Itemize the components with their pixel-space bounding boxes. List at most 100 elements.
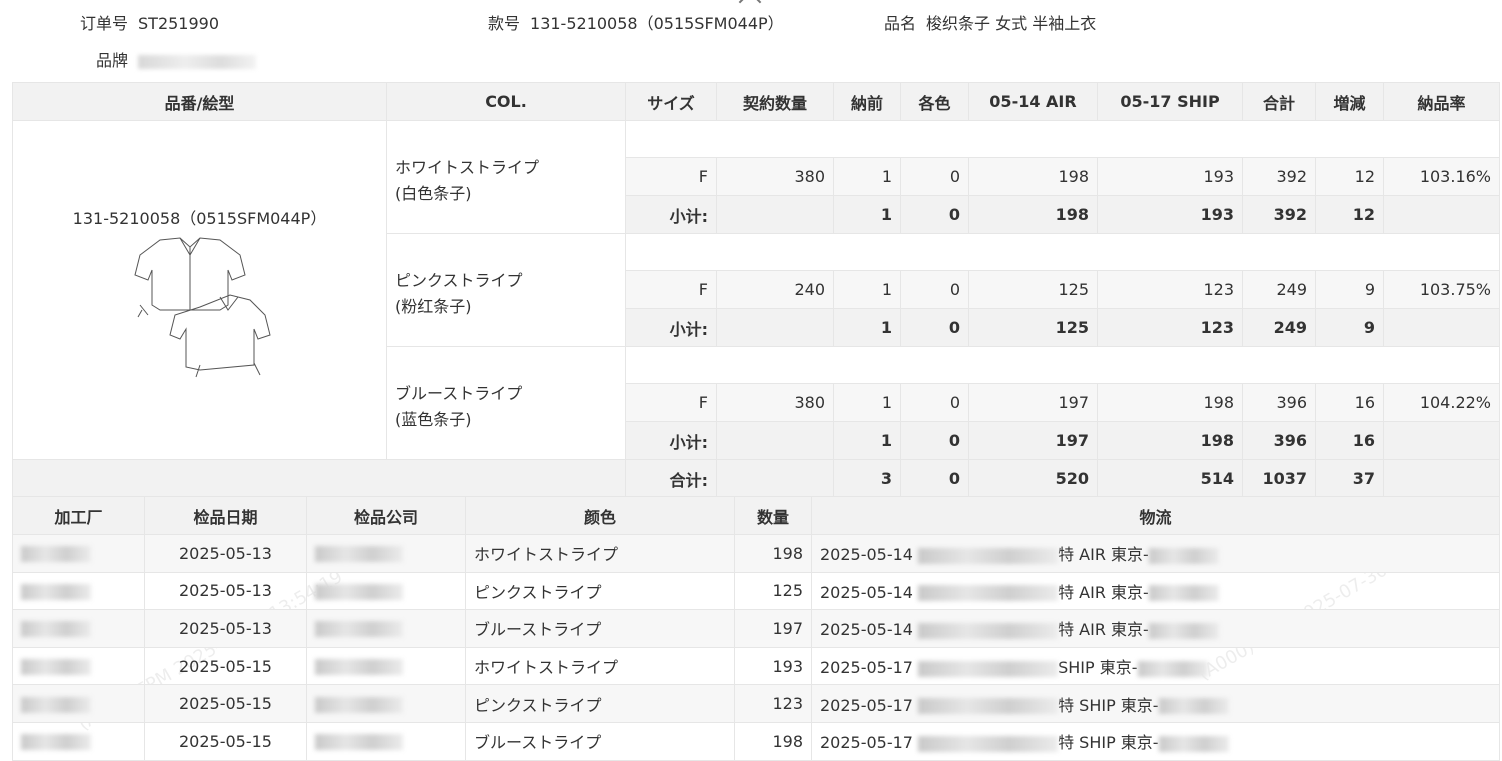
subtotal-ship: 123	[1097, 308, 1243, 347]
logistics-date: 2025-05-17	[820, 658, 913, 678]
column-header: 合計	[1242, 82, 1316, 121]
logistics-mode: SHIP 東京-	[1058, 658, 1138, 678]
inspect-company-redacted	[306, 684, 466, 723]
color: ブルーストライプ	[465, 721, 735, 761]
logistics-date: 2025-05-17	[820, 733, 913, 753]
subtotal-air: 125	[968, 308, 1098, 347]
grand-total-label: 合计:	[625, 459, 717, 498]
brand-value-redacted	[138, 54, 257, 69]
table-row: 2025-05-13 ブルーストライプ 197 2025-05-14 特 AIR 東京…	[12, 609, 1500, 648]
contract-qty: 380	[716, 383, 834, 422]
logistics: 2025-05-17 SHIP 東京-	[811, 646, 1500, 686]
subtotal-before: 1	[833, 308, 901, 347]
logistics: 2025-05-17 特 SHIP 東京-	[811, 684, 1500, 723]
air-qty: 125	[968, 270, 1098, 309]
redacted-text	[21, 546, 91, 563]
spacer-cell	[625, 233, 1500, 271]
total-qty: 249	[1242, 270, 1316, 309]
table-row: 2025-05-15 ピンクストライプ 123 2025-05-17 特 SHIP 東…	[12, 684, 1500, 723]
redacted-text	[1158, 735, 1229, 752]
grand-total-diff: 37	[1315, 459, 1384, 498]
ship-qty: 198	[1097, 383, 1243, 422]
each-qty: 0	[900, 383, 969, 422]
redacted-text	[315, 659, 403, 676]
redacted-text	[21, 583, 91, 600]
factory-redacted	[12, 571, 145, 611]
subtotal-total: 396	[1242, 421, 1316, 460]
table-row: 131-5210058（0515SFM044P） ホワイトストライプ (白色条子…	[12, 120, 1500, 460]
contract-qty: 240	[716, 270, 834, 309]
redacted-text	[918, 622, 1059, 639]
redacted-text	[21, 696, 91, 713]
empty-cell	[716, 195, 834, 234]
style-no: 款号 131-5210058（0515SFM044P）	[488, 10, 784, 34]
table-row: 2025-05-15 ブルーストライプ 198 2025-05-17 特 SHIP 東…	[12, 721, 1500, 761]
brand-label: 品牌	[96, 51, 129, 70]
color-cell: ブルーストライプ (蓝色条子)	[386, 346, 626, 460]
product-name-label: 品名	[884, 14, 917, 33]
table-row: 2025-05-13 ホワイトストライプ 198 2025-05-14 特 AIR 東…	[12, 534, 1500, 573]
column-header: 数量	[734, 496, 812, 535]
empty-cell	[1383, 421, 1500, 460]
subtotal-diff: 16	[1315, 421, 1384, 460]
ship-qty: 193	[1097, 157, 1243, 196]
column-header: 05-17 SHIP	[1097, 82, 1243, 121]
delivery-summary-table: 品番/絵型 COL. サイズ 契約数量 納前 各色 05-14 AIR 05-1…	[12, 82, 1500, 498]
empty-cell	[1383, 195, 1500, 234]
product-name-value: 梭织条子 女式 半袖上衣	[926, 14, 1097, 33]
each-qty: 0	[900, 157, 969, 196]
grand-total-air: 520	[968, 459, 1098, 498]
style-cell: 131-5210058（0515SFM044P）	[12, 120, 387, 460]
redacted-text	[918, 585, 1059, 602]
delivery-rate: 103.16%	[1383, 157, 1500, 196]
logistics-mode: 特 SHIP 東京-	[1058, 733, 1159, 753]
subtotal-each: 0	[900, 195, 969, 234]
size: F	[625, 270, 717, 309]
redacted-text	[315, 696, 403, 713]
color-jp: ブルーストライプ	[395, 384, 523, 403]
factory-redacted	[12, 609, 145, 648]
column-header: 各色	[900, 82, 969, 121]
color-cn: (白色条子)	[395, 184, 472, 203]
inspect-date: 2025-05-13	[144, 571, 307, 611]
grand-total-each: 0	[900, 459, 969, 498]
subtotal-before: 1	[833, 421, 901, 460]
grand-total-before: 3	[833, 459, 901, 498]
column-header: 品番/絵型	[12, 82, 387, 121]
subtotal-before: 1	[833, 195, 901, 234]
inspect-date: 2025-05-15	[144, 646, 307, 686]
subtotal-ship: 198	[1097, 421, 1243, 460]
redacted-text	[918, 698, 1059, 715]
inspection-logistics-table: 加工厂 检品日期 检品公司 颜色 数量 物流 2025-05-13 ホワイトストラ…	[12, 496, 1500, 761]
inspect-company-redacted	[306, 721, 466, 761]
factory-redacted	[12, 534, 145, 573]
redacted-text	[918, 547, 1059, 564]
factory-redacted	[12, 646, 145, 686]
air-qty: 198	[968, 157, 1098, 196]
column-header: 检品公司	[306, 496, 466, 535]
inspect-date: 2025-05-13	[144, 534, 307, 573]
logistics-mode: 特 SHIP 東京-	[1058, 695, 1159, 715]
color-cn: (蓝色条子)	[395, 410, 472, 429]
subtotal-diff: 12	[1315, 195, 1384, 234]
delivery-rate: 104.22%	[1383, 383, 1500, 422]
subtotal-diff: 9	[1315, 308, 1384, 347]
diff-qty: 9	[1315, 270, 1384, 309]
quantity: 193	[734, 646, 812, 686]
redacted-text	[918, 735, 1059, 752]
quantity: 125	[734, 571, 812, 611]
subtotal-each: 0	[900, 308, 969, 347]
quantity: 198	[734, 721, 812, 761]
inspect-company-redacted	[306, 646, 466, 686]
air-qty: 197	[968, 383, 1098, 422]
contract-qty: 380	[716, 157, 834, 196]
column-header: 物流	[811, 496, 1500, 535]
style-no-value: 131-5210058（0515SFM044P）	[530, 14, 784, 33]
table-row: 2025-05-13 ピンクストライプ 125 2025-05-14 特 AIR 東京…	[12, 571, 1500, 611]
inspect-company-redacted	[306, 609, 466, 648]
color-jp: ピンクストライプ	[395, 271, 523, 290]
logistics-mode: 特 AIR 東京-	[1058, 582, 1149, 602]
color: ピンクストライプ	[465, 684, 735, 723]
inspect-date: 2025-05-15	[144, 721, 307, 761]
logistics-date: 2025-05-14	[820, 620, 913, 640]
